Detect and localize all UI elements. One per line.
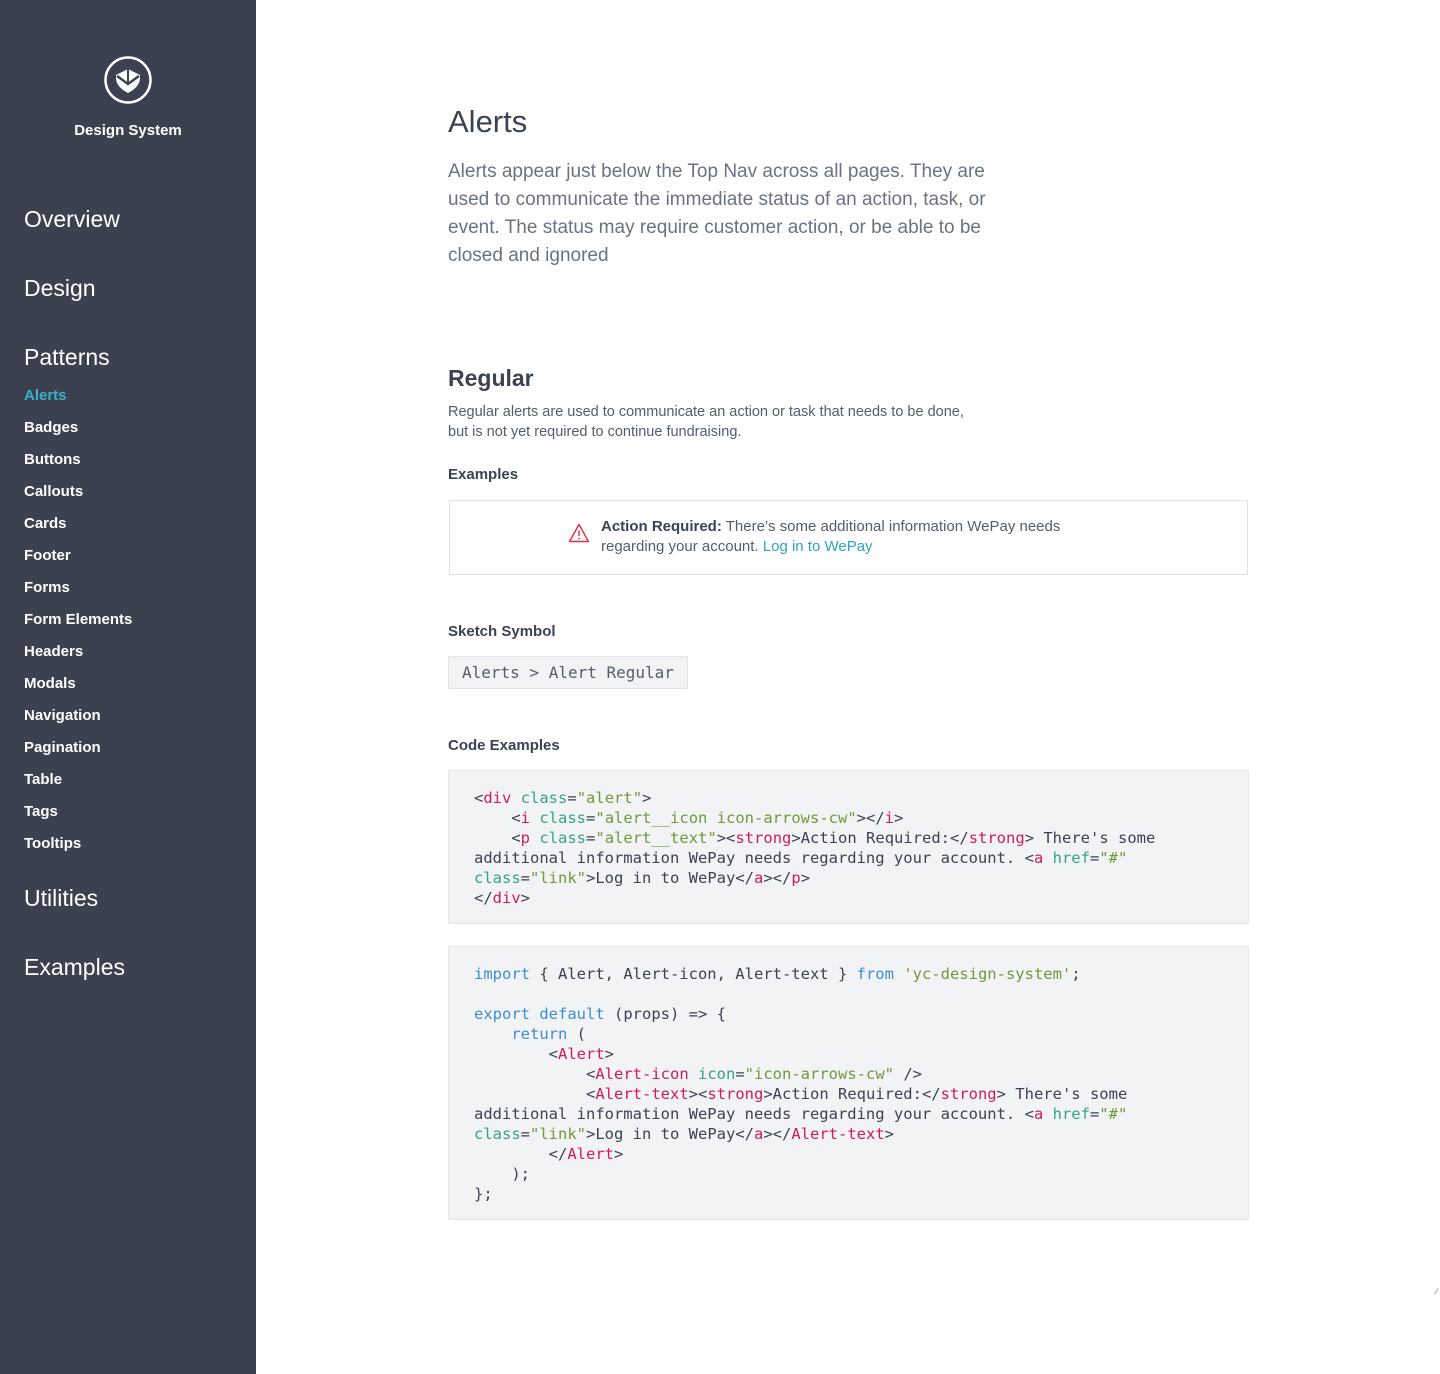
logo-icon[interactable]: [104, 56, 152, 104]
sidebar-item-form-elements[interactable]: Form Elements: [24, 611, 132, 628]
sidebar-item-tooltips[interactable]: Tooltips: [24, 835, 81, 852]
sidebar-item-modals[interactable]: Modals: [24, 675, 76, 692]
nav-section-examples[interactable]: Examples: [24, 954, 125, 981]
nav-section-design[interactable]: Design: [24, 275, 96, 302]
warning-icon: [568, 523, 590, 543]
page-title: Alerts: [448, 104, 528, 139]
nav-section-utilities[interactable]: Utilities: [24, 885, 98, 912]
section-description: Regular alerts are used to communicate a…: [448, 404, 964, 440]
sidebar-item-forms[interactable]: Forms: [24, 579, 70, 596]
code-examples-heading: Code Examples: [448, 737, 560, 754]
sidebar-item-alerts[interactable]: Alerts: [24, 387, 67, 404]
alert-message: Action Required: There’s some additional…: [601, 517, 1101, 557]
alert-login-link[interactable]: Log in to WePay: [763, 538, 873, 555]
sidebar-item-navigation[interactable]: Navigation: [24, 707, 101, 724]
sidebar-item-table[interactable]: Table: [24, 771, 62, 788]
examples-heading: Examples: [448, 466, 519, 483]
page-intro: Alerts appear just below the Top Nav acr…: [448, 161, 986, 266]
sidebar-item-buttons[interactable]: Buttons: [24, 451, 81, 468]
sidebar-item-callouts[interactable]: Callouts: [24, 483, 83, 500]
alert-strong: Action Required:: [601, 518, 722, 535]
sketch-symbol-path: Alerts > Alert Regular: [448, 656, 688, 689]
section-title: Regular: [448, 365, 534, 391]
sidebar-item-pagination[interactable]: Pagination: [24, 739, 101, 756]
react-code-block: import { Alert, Alert-icon, Alert-text }…: [448, 946, 1249, 1220]
sketch-symbol-heading: Sketch Symbol: [448, 623, 556, 640]
resize-mark: [1434, 1288, 1440, 1294]
html-code-block: <div class="alert"> <i class="alert__ico…: [448, 770, 1249, 924]
nav-section-patterns[interactable]: Patterns: [24, 344, 110, 371]
sidebar-item-footer[interactable]: Footer: [24, 547, 71, 564]
sidebar-item-badges[interactable]: Badges: [24, 419, 78, 436]
brand-name: Design System: [74, 122, 182, 139]
nav-section-overview[interactable]: Overview: [24, 206, 120, 233]
sidebar-item-tags[interactable]: Tags: [24, 803, 58, 820]
sidebar-item-cards[interactable]: Cards: [24, 515, 67, 532]
sidebar-item-headers[interactable]: Headers: [24, 643, 83, 660]
sidebar: Design System Overview Design Patterns A…: [0, 0, 256, 1374]
